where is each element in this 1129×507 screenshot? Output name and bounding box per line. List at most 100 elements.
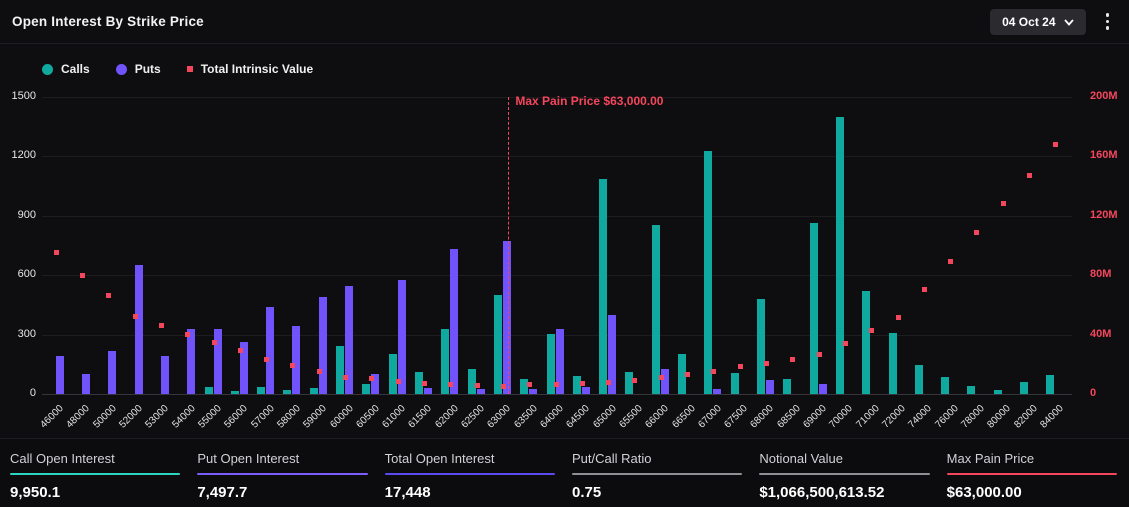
tiv-point[interactable]	[185, 332, 191, 338]
tiv-point[interactable]	[842, 341, 848, 347]
tiv-point[interactable]	[579, 380, 585, 386]
call-bar[interactable]	[809, 222, 818, 394]
tiv-point[interactable]	[237, 347, 243, 353]
tiv-point[interactable]	[1000, 201, 1006, 207]
tiv-point[interactable]	[211, 340, 217, 346]
call-bar[interactable]	[651, 224, 660, 394]
tiv-point[interactable]	[106, 293, 112, 299]
tiv-point[interactable]	[343, 374, 349, 380]
put-bar[interactable]	[476, 389, 485, 394]
date-selector-button[interactable]: 04 Oct 24	[990, 8, 1086, 35]
call-bar[interactable]	[835, 116, 844, 394]
put-bar[interactable]	[108, 351, 117, 394]
max-pain-line	[508, 97, 510, 394]
tiv-point[interactable]	[763, 361, 769, 367]
stat-label: Call Open Interest	[10, 451, 115, 466]
put-bar[interactable]	[318, 296, 327, 394]
stat-underline	[571, 473, 743, 475]
put-bar[interactable]	[765, 380, 774, 394]
tiv-point[interactable]	[53, 250, 59, 256]
tiv-point[interactable]	[369, 376, 375, 382]
call-bar[interactable]	[625, 372, 634, 394]
tiv-point[interactable]	[158, 323, 164, 329]
call-bar[interactable]	[914, 365, 923, 394]
tiv-point[interactable]	[474, 382, 480, 388]
call-bar[interactable]	[993, 390, 1002, 394]
stat-cell: Max Pain Price $63,000.00	[946, 451, 1117, 507]
call-bar[interactable]	[309, 388, 318, 394]
widget-header: Open Interest By Strike Price 04 Oct 24	[0, 0, 1129, 44]
put-bar[interactable]	[423, 388, 432, 394]
put-bar[interactable]	[134, 265, 143, 394]
stat-cell: Call Open Interest 9,950.1	[10, 451, 181, 507]
tiv-point[interactable]	[921, 286, 927, 292]
tiv-point[interactable]	[79, 272, 85, 278]
tiv-point[interactable]	[658, 375, 664, 381]
call-bar[interactable]	[730, 373, 739, 394]
put-bar[interactable]	[266, 306, 275, 394]
call-bar[interactable]	[388, 354, 397, 394]
put-bar[interactable]	[502, 240, 511, 394]
tiv-point[interactable]	[316, 369, 322, 375]
tiv-point[interactable]	[685, 371, 691, 377]
call-bar[interactable]	[888, 332, 897, 394]
tiv-point[interactable]	[264, 356, 270, 362]
call-bar[interactable]	[283, 390, 292, 394]
put-bar[interactable]	[818, 384, 827, 394]
call-bar[interactable]	[257, 387, 266, 394]
tiv-point[interactable]	[1027, 173, 1033, 179]
call-bar[interactable]	[1020, 382, 1029, 394]
call-bar[interactable]	[756, 298, 765, 394]
call-bar[interactable]	[941, 377, 950, 394]
put-bar[interactable]	[529, 389, 538, 394]
put-bar[interactable]	[187, 328, 196, 394]
put-bar[interactable]	[581, 387, 590, 394]
tiv-point[interactable]	[869, 328, 875, 334]
call-bar[interactable]	[230, 391, 239, 394]
tiv-point[interactable]	[737, 364, 743, 370]
tiv-point[interactable]	[974, 229, 980, 235]
tiv-point[interactable]	[1053, 142, 1059, 148]
tiv-point[interactable]	[527, 382, 533, 388]
call-bar[interactable]	[783, 379, 792, 394]
call-bar[interactable]	[336, 346, 345, 394]
legend-item-puts[interactable]: Puts	[115, 62, 161, 76]
call-bar[interactable]	[1046, 375, 1055, 394]
legend-item-tiv[interactable]: Total Intrinsic Value	[186, 62, 313, 76]
tiv-point[interactable]	[448, 381, 454, 387]
call-bar[interactable]	[862, 291, 871, 394]
put-bar[interactable]	[81, 374, 90, 394]
call-bar[interactable]	[467, 369, 476, 394]
tiv-point[interactable]	[816, 351, 822, 357]
tiv-point[interactable]	[948, 258, 954, 264]
tiv-point[interactable]	[632, 377, 638, 383]
put-bar[interactable]	[213, 328, 222, 394]
call-bar[interactable]	[967, 386, 976, 394]
tiv-point[interactable]	[606, 380, 612, 386]
tiv-point[interactable]	[500, 383, 506, 389]
put-bar[interactable]	[55, 356, 64, 394]
call-bar[interactable]	[204, 387, 213, 394]
tiv-point[interactable]	[290, 362, 296, 368]
put-bar[interactable]	[397, 280, 406, 394]
put-bar[interactable]	[160, 356, 169, 394]
put-bar[interactable]	[660, 369, 669, 394]
put-bar[interactable]	[292, 325, 301, 394]
tiv-point[interactable]	[790, 356, 796, 362]
legend-item-calls[interactable]: Calls	[42, 62, 90, 76]
call-bar[interactable]	[493, 295, 502, 394]
call-bar[interactable]	[599, 179, 608, 394]
gridline	[42, 394, 1072, 395]
y-axis-tick-right: 40M	[1090, 327, 1112, 340]
kebab-menu-icon[interactable]	[1100, 9, 1116, 34]
put-bar[interactable]	[450, 249, 459, 394]
tiv-point[interactable]	[132, 314, 138, 320]
call-bar[interactable]	[704, 151, 713, 394]
tiv-point[interactable]	[421, 380, 427, 386]
tiv-point[interactable]	[895, 315, 901, 321]
call-bar[interactable]	[362, 384, 371, 394]
tiv-point[interactable]	[553, 381, 559, 387]
put-bar[interactable]	[713, 389, 722, 394]
tiv-point[interactable]	[711, 368, 717, 374]
tiv-point[interactable]	[395, 379, 401, 385]
